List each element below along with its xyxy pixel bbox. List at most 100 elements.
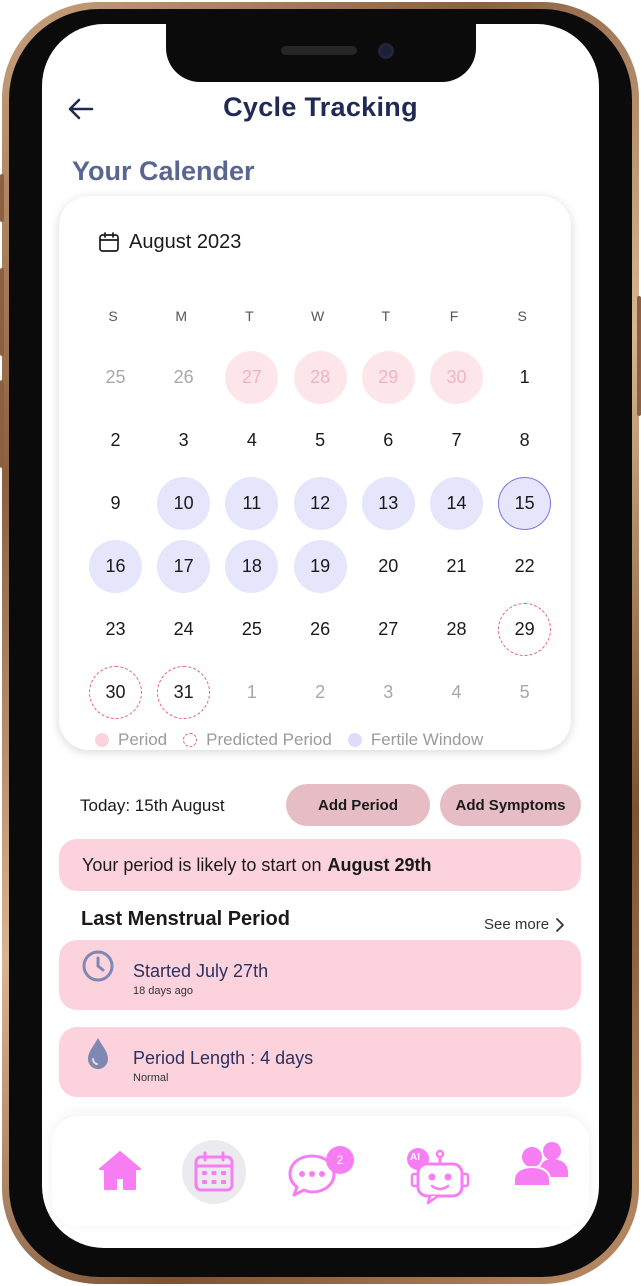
calendar-day[interactable]: 28	[293, 351, 347, 404]
notch	[166, 24, 476, 82]
nav-home[interactable]	[98, 1148, 142, 1192]
fertile-dot-icon	[347, 733, 362, 747]
calendar-day[interactable]: 1	[225, 666, 278, 719]
calendar-day[interactable]: 26	[294, 603, 347, 656]
page-title: Cycle Tracking	[223, 92, 418, 122]
calendar-legend: Period Predicted Period Fertile Window	[95, 730, 499, 750]
weekday-label: S	[108, 308, 118, 324]
calendar-day[interactable]: 8	[498, 414, 551, 467]
weekday-header: SMTWTFS	[79, 308, 559, 328]
see-more-label: See more	[484, 916, 550, 933]
calendar-day[interactable]: 25	[225, 603, 278, 656]
calendar-icon	[99, 232, 119, 252]
nav-ai-assistant[interactable]: AI	[406, 1146, 470, 1206]
started-card[interactable]: Started July 27th 18 days ago	[59, 940, 581, 1010]
calendar-day[interactable]: 30	[89, 666, 142, 719]
calendar-day[interactable]: 28	[430, 603, 483, 656]
weekday-label: W	[310, 308, 325, 324]
calendar-month-label: August 2023	[129, 230, 242, 253]
last-period-title: Last Menstrual Period	[81, 908, 290, 930]
calendar-day[interactable]: 2	[294, 666, 347, 719]
started-date: Started July 27th	[133, 961, 269, 981]
legend-period: Period	[95, 730, 167, 750]
period-length: Period Length : 4 days	[133, 1048, 314, 1068]
home-icon	[99, 1151, 141, 1190]
period-dot-icon	[95, 733, 109, 747]
legend-predicted-label: Predicted Period	[206, 730, 332, 749]
legend-fertile-label: Fertile Window	[370, 730, 484, 749]
calendar-day[interactable]: 15	[498, 477, 552, 530]
period-prediction-banner: Your period is likely to start on August…	[59, 839, 581, 891]
legend-fertile: Fertile Window	[347, 730, 484, 750]
calendar-day[interactable]: 29	[361, 351, 415, 404]
add-symptoms-button[interactable]: Add Symptoms	[440, 784, 581, 826]
calendar-day[interactable]: 9	[89, 477, 142, 530]
weekday-label: F	[449, 308, 459, 324]
calendar-day[interactable]: 17	[157, 540, 211, 593]
weekday-label: T	[381, 308, 391, 324]
power-button	[637, 296, 641, 416]
calendar-day[interactable]: 11	[225, 477, 279, 530]
calendar-day[interactable]: 21	[430, 540, 483, 593]
calendar-day[interactable]: 7	[430, 414, 483, 467]
weekday-label: S	[517, 308, 527, 324]
calendar-day[interactable]: 27	[362, 603, 415, 656]
calendar-day[interactable]: 1	[498, 351, 551, 404]
app-screen: Cycle Tracking Your Calender August 2023…	[42, 24, 599, 1248]
today-label: Today: 15th August	[80, 796, 225, 815]
calendar-day[interactable]: 31	[157, 666, 211, 719]
started-ago: 18 days ago	[133, 985, 193, 997]
volume-down-button	[0, 380, 4, 468]
calendar-day[interactable]: 12	[293, 477, 347, 530]
calendar-day[interactable]: 6	[362, 414, 415, 467]
calendar-icon	[194, 1151, 234, 1192]
see-more-link[interactable]: See more	[484, 916, 565, 933]
calendar-day[interactable]: 18	[225, 540, 279, 593]
chevron-right-icon	[556, 917, 564, 932]
chat-badge: 2	[326, 1146, 354, 1174]
speaker	[281, 46, 357, 55]
clock-icon	[82, 950, 114, 982]
calendar-day[interactable]: 27	[225, 351, 279, 404]
calendar-day[interactable]: 23	[89, 603, 142, 656]
calendar-day[interactable]: 25	[89, 351, 142, 404]
calendar-day[interactable]: 20	[362, 540, 415, 593]
ai-badge-label: AI	[410, 1152, 420, 1163]
add-period-button[interactable]: Add Period	[286, 784, 430, 826]
calendar-header[interactable]: August 2023	[97, 230, 241, 254]
calendar-day[interactable]: 13	[361, 477, 415, 530]
period-length-status: Normal	[133, 1072, 169, 1084]
weekday-label: M	[175, 308, 188, 324]
front-camera	[378, 43, 394, 59]
calendar-day[interactable]: 10	[157, 477, 211, 530]
period-length-card[interactable]: Period Length : 4 days Normal	[59, 1027, 581, 1097]
legend-predicted: Predicted Period	[183, 730, 332, 750]
calendar-day[interactable]: 5	[498, 666, 551, 719]
calendar-day[interactable]: 4	[225, 414, 278, 467]
calendar-day[interactable]: 19	[293, 540, 347, 593]
calendar-day[interactable]: 14	[430, 477, 483, 530]
calendar-day[interactable]: 16	[89, 540, 142, 593]
nav-community[interactable]	[512, 1140, 570, 1188]
prediction-text: Your period is likely to start on	[82, 854, 322, 875]
calendar-day[interactable]: 3	[362, 666, 415, 719]
section-title: Your Calender	[72, 156, 255, 186]
calendar-day[interactable]: 3	[157, 414, 210, 467]
calendar-card: August 2023 SMTWTFS 25 26 27 28 29 30 1 2 3 4 5 6 7 8…	[59, 196, 571, 750]
volume-up-button	[0, 268, 4, 356]
prediction-date: August 29th	[327, 854, 432, 875]
calendar-day[interactable]: 2	[89, 414, 142, 467]
community-icon	[513, 1142, 568, 1187]
nav-calendar[interactable]	[192, 1150, 236, 1194]
weekday-label: T	[245, 308, 254, 324]
predicted-dot-icon	[183, 733, 198, 747]
calendar-day[interactable]: 4	[430, 666, 483, 719]
calendar-day[interactable]: 24	[157, 603, 210, 656]
drop-icon	[88, 1038, 108, 1069]
calendar-day[interactable]: 5	[294, 414, 347, 467]
calendar-day[interactable]: 22	[498, 540, 551, 593]
calendar-day[interactable]: 30	[430, 351, 483, 404]
legend-period-label: Period	[118, 730, 168, 749]
calendar-day[interactable]: 29	[498, 603, 552, 656]
calendar-day[interactable]: 26	[157, 351, 210, 404]
